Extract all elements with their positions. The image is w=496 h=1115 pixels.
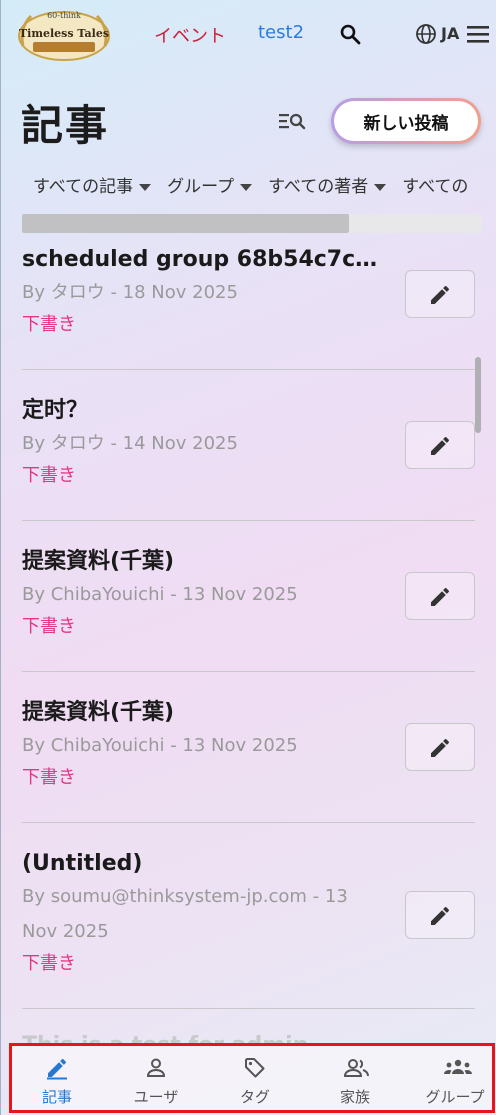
menu-icon[interactable] <box>465 23 491 45</box>
post-title[interactable]: scheduled group 68b54c7c2… <box>22 245 387 275</box>
tab-label: タグ <box>239 1088 270 1106</box>
edit-icon <box>47 1058 67 1080</box>
divider <box>22 671 475 672</box>
filter-search-icon[interactable] <box>278 109 306 133</box>
post-list[interactable]: scheduled group 68b54c7c2… By タロウ - 18 N… <box>1 233 496 1043</box>
edit-button[interactable] <box>405 421 475 469</box>
post-meta: By soumu@thinksystem-jp.com - 13 Nov 202… <box>22 886 348 942</box>
bottom-navigation: 記事 ユーザ タグ 家族 グループ <box>9 1043 495 1113</box>
post-title[interactable]: This is a test for admin <box>22 1033 308 1043</box>
globe-icon[interactable] <box>415 23 437 45</box>
post-title[interactable]: 提案資料(千葉) <box>22 547 387 577</box>
new-post-button[interactable]: 新しい投稿 <box>331 98 481 144</box>
post-meta: By タロウ - 14 Nov 2025 <box>22 433 238 454</box>
edit-button[interactable] <box>405 723 475 771</box>
pencil-icon <box>431 436 449 455</box>
filter-all-articles[interactable]: すべての記事 <box>33 172 152 197</box>
page-title: 記事 <box>21 101 110 150</box>
post-meta: By ChibaYouichi - 13 Nov 2025 <box>22 735 298 756</box>
edit-button[interactable] <box>405 572 475 620</box>
people-icon <box>343 1059 369 1077</box>
post-meta: By タロウ - 18 Nov 2025 <box>22 282 238 303</box>
groups-icon <box>444 1059 472 1074</box>
caret-down-icon <box>139 183 152 191</box>
tab-label: ユーザ <box>133 1088 179 1106</box>
person-icon <box>146 1058 166 1077</box>
filter-group[interactable]: グループ <box>167 172 253 197</box>
divider <box>22 520 475 521</box>
tab-label: グループ <box>425 1088 485 1106</box>
divider <box>22 822 475 823</box>
filter-label: すべての著者 <box>268 177 369 197</box>
svg-text:Timeless Tales: Timeless Tales <box>19 27 109 40</box>
caret-down-icon <box>374 183 387 191</box>
filter-all-other[interactable]: すべての <box>402 172 468 197</box>
post-item[interactable]: scheduled group 68b54c7c2… By タロウ - 18 N… <box>22 245 475 340</box>
nav-user-link[interactable]: test2 <box>258 22 304 43</box>
edit-button[interactable] <box>405 270 475 318</box>
tab-users[interactable]: ユーザ <box>108 1046 204 1110</box>
tab-label: 家族 <box>339 1088 370 1106</box>
edit-button[interactable] <box>405 891 475 939</box>
scrollbar[interactable] <box>475 357 481 433</box>
pencil-icon <box>431 587 449 606</box>
post-status: 下書き <box>22 953 76 974</box>
caret-down-icon <box>240 183 253 191</box>
timeless-tales-logo[interactable]: 60-think Timeless Tales <box>15 6 113 62</box>
post-item[interactable]: 提案資料(千葉) By ChibaYouichi - 13 Nov 2025 下… <box>22 698 475 793</box>
post-meta: By ChibaYouichi - 13 Nov 2025 <box>22 584 298 605</box>
post-title[interactable]: 提案資料(千葉) <box>22 698 387 728</box>
post-title[interactable]: (Untitled) <box>22 849 387 879</box>
filter-all-authors[interactable]: すべての著者 <box>268 172 387 197</box>
pencil-icon <box>431 285 449 304</box>
filter-bar: すべての記事 グループ すべての著者 すべての <box>33 172 496 202</box>
search-icon[interactable] <box>338 22 362 46</box>
svg-text:60-think: 60-think <box>47 11 81 20</box>
pencil-icon <box>431 906 449 925</box>
language-selector[interactable]: JA <box>441 24 459 43</box>
progress-fill <box>22 214 349 233</box>
filter-label: グループ <box>167 177 235 197</box>
pencil-icon <box>431 738 449 757</box>
post-item[interactable]: 提案資料(千葉) By ChibaYouichi - 13 Nov 2025 下… <box>22 547 475 642</box>
post-item[interactable]: (Untitled) By soumu@thinksystem-jp.com -… <box>22 849 475 979</box>
tab-label: 記事 <box>41 1088 72 1106</box>
nav-event-link[interactable]: イベント <box>154 22 226 48</box>
tab-groups[interactable]: グループ <box>407 1046 496 1110</box>
tab-articles[interactable]: 記事 <box>9 1046 105 1110</box>
divider <box>22 369 475 370</box>
divider <box>22 1008 475 1009</box>
loading-progress-bar <box>22 214 482 233</box>
tag-icon <box>245 1058 265 1078</box>
filter-label: すべての記事 <box>33 177 134 197</box>
post-title[interactable]: 定时？ <box>22 396 387 426</box>
post-item[interactable]: 定时？ By タロウ - 14 Nov 2025 下書き <box>22 396 475 491</box>
tab-tags[interactable]: タグ <box>207 1046 303 1110</box>
tab-family[interactable]: 家族 <box>307 1046 403 1110</box>
filter-label: すべての <box>402 177 469 197</box>
app-header: 60-think Timeless Tales イベント test2 JA <box>1 0 496 68</box>
